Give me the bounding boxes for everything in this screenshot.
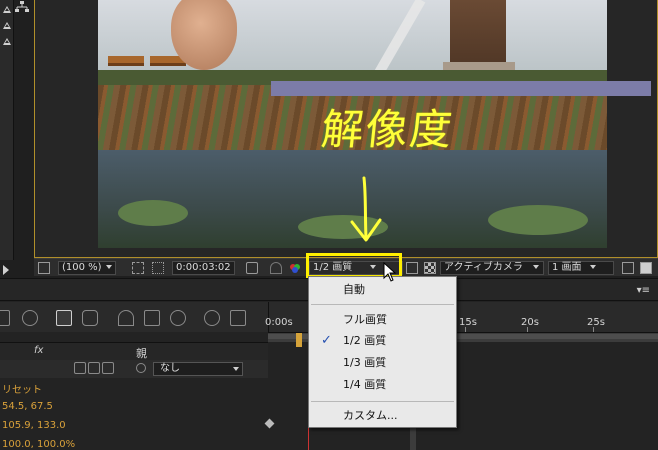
chevron-down-icon <box>589 265 596 269</box>
chevron-down-icon <box>532 265 539 269</box>
menu-item-third[interactable]: 1/3 画質 <box>309 353 456 373</box>
keyframe-diamond-icon[interactable] <box>264 418 275 429</box>
draft-3d-icon[interactable] <box>22 310 38 326</box>
brainstorm-icon[interactable] <box>144 310 160 326</box>
menu-item-custom[interactable]: カスタム... <box>309 406 456 426</box>
mask-visibility-icon[interactable] <box>152 262 164 274</box>
menu-item-half[interactable]: ✓ 1/2 画質 <box>309 331 456 351</box>
ruler-label: 20s <box>521 317 539 328</box>
graph-editor-icon[interactable] <box>230 310 246 326</box>
annotation-arrow-icon <box>350 176 382 242</box>
expand-triangle-icon[interactable] <box>3 38 11 45</box>
frame-blending-icon[interactable] <box>82 310 98 326</box>
property-anchor-point[interactable]: 54.5, 67.5 <box>2 401 53 412</box>
layer-header-row: fx 親 <box>0 342 268 360</box>
toggle-pixel-aspect-icon[interactable] <box>622 262 634 274</box>
annotation-text: 解像度 <box>319 105 457 154</box>
current-time-indicator[interactable] <box>296 333 302 347</box>
views-dropdown[interactable]: 1 画面 <box>548 261 614 275</box>
camera-snapshot-icon[interactable] <box>246 262 258 274</box>
property-position[interactable]: 105.9, 133.0 <box>2 420 66 431</box>
switch-box[interactable] <box>74 362 86 374</box>
always-preview-icon[interactable] <box>38 262 50 274</box>
menu-item-auto[interactable]: 自動 <box>309 280 456 300</box>
menu-item-full[interactable]: フル画質 <box>309 310 456 330</box>
menu-item-quarter[interactable]: 1/4 画質 <box>309 375 456 395</box>
flowchart-icon[interactable] <box>14 0 30 14</box>
pick-whip-icon[interactable] <box>136 363 146 373</box>
expand-triangle-icon[interactable] <box>3 22 11 29</box>
lily-pad <box>488 205 588 235</box>
parent-value: なし <box>160 363 180 374</box>
chevron-down-icon <box>233 367 239 371</box>
resolution-menu: 自動 フル画質 ✓ 1/2 画質 1/3 画質 1/4 画質 カスタム... <box>308 276 457 428</box>
panel-menu-icon[interactable]: ▾≡ <box>637 285 650 296</box>
check-icon: ✓ <box>321 333 332 348</box>
bench <box>108 56 144 66</box>
show-snapshot-icon[interactable] <box>270 262 282 274</box>
lily-pad <box>118 200 188 226</box>
property-scale[interactable]: 100.0, 100.0% <box>2 439 75 450</box>
camera-value: アクティブカメラ <box>444 262 523 273</box>
safe-margins-icon[interactable] <box>132 262 144 274</box>
layer-duration-bar[interactable] <box>271 81 651 96</box>
timeline-switch-icon[interactable] <box>0 310 10 326</box>
zoom-dropdown[interactable]: (100 %) <box>58 261 116 275</box>
layer-row[interactable]: なし <box>0 360 268 378</box>
rgb-channel-icon[interactable] <box>289 262 301 274</box>
menu-separator <box>311 304 454 305</box>
timeline-switches-row <box>0 302 268 332</box>
mouse-cursor-icon <box>383 262 397 282</box>
parent-select[interactable]: なし <box>153 362 243 376</box>
zoom-value: (100 %) <box>62 262 102 273</box>
search-icon[interactable] <box>204 310 220 326</box>
auto-keyframe-icon[interactable] <box>170 310 186 326</box>
ruler-label: 0:00s <box>265 317 293 328</box>
fx-label: fx <box>34 345 44 356</box>
panel-play-arrow-icon[interactable] <box>3 265 9 275</box>
switch-box[interactable] <box>102 362 114 374</box>
timecode-field[interactable]: 0:00:03:02 <box>172 261 235 275</box>
menu-separator <box>311 401 454 402</box>
panel-left-strip <box>0 0 14 260</box>
chevron-down-icon <box>105 265 112 269</box>
menu-item-half-label: 1/2 画質 <box>343 334 387 347</box>
ruler-label: 15s <box>459 317 477 328</box>
ruler-label: 25s <box>587 317 605 328</box>
region-of-interest-icon[interactable] <box>406 262 418 274</box>
parent-column-header: 親 <box>136 347 147 360</box>
views-value: 1 画面 <box>552 262 582 273</box>
switch-box[interactable] <box>88 362 100 374</box>
property-reset[interactable]: リセット <box>2 381 42 396</box>
fast-previews-icon[interactable] <box>640 262 652 274</box>
camera-dropdown[interactable]: アクティブカメラ <box>440 261 544 275</box>
transparency-grid-icon[interactable] <box>424 262 436 274</box>
hide-shy-layers-icon[interactable] <box>56 310 72 326</box>
motion-blur-icon[interactable] <box>118 310 134 326</box>
expand-triangle-icon[interactable] <box>3 6 11 13</box>
